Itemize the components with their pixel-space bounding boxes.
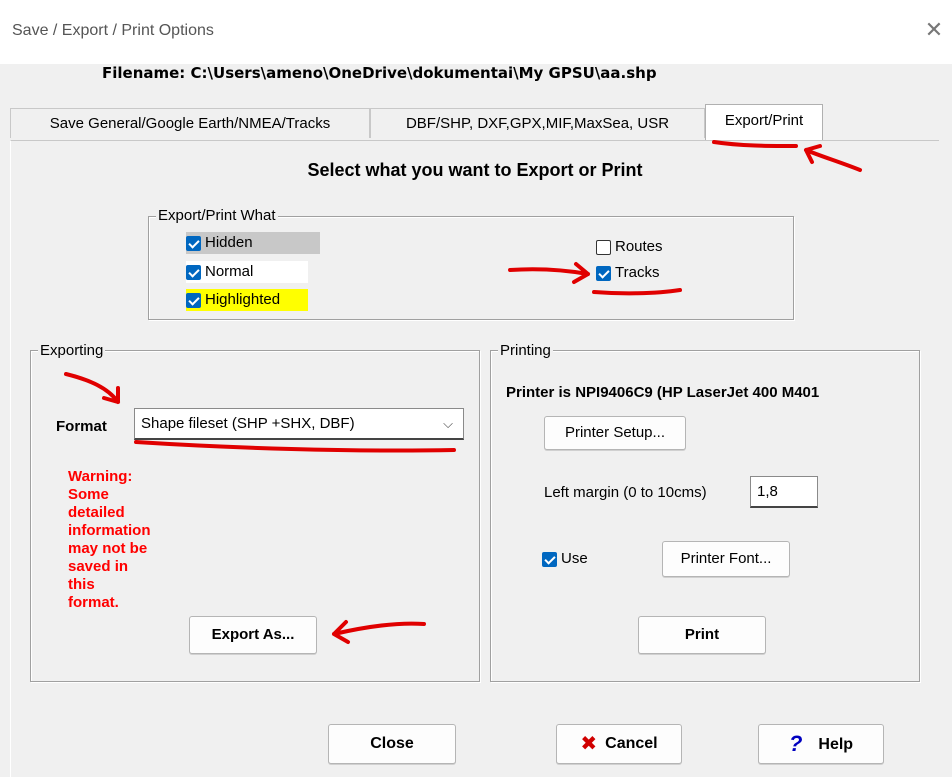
checkbox-use-label: Use [561,550,588,568]
filename-label: Filename: C:\Users\ameno\OneDrive\dokume… [102,64,657,82]
warning-line: saved in [68,558,129,575]
window-title: Save / Export / Print Options [12,22,214,39]
check-icon [186,235,201,251]
checkbox-hidden-label: Hidden [205,234,253,252]
exporting-legend: Exporting [38,342,106,359]
left-margin-label: Left margin (0 to 10cms) [544,484,707,501]
check-icon [186,292,201,308]
cancel-button[interactable]: ✖ Cancel [556,724,682,764]
x-cancel-icon: ✖ [580,733,598,755]
warning-line: may not be [68,540,148,557]
checkbox-tracks-label: Tracks [615,264,660,282]
close-icon[interactable]: ✕ [922,18,946,42]
cancel-button-label: Cancel [605,735,658,752]
chevron-down-icon: ⌵ [443,416,453,431]
format-label: Format [56,418,107,435]
check-icon [542,551,557,567]
warning-text: Warning: Some detailed information may n… [68,468,151,612]
tab-dbf-shp[interactable]: DBF/SHP, DXF,GPX,MIF,MaxSea, USR [370,108,705,138]
format-select-value: Shape fileset (SHP +SHX, DBF) [141,415,355,432]
question-mark-icon: ? [788,731,803,756]
checkbox-highlighted-label: Highlighted [205,291,281,309]
warning-line: information [68,522,151,539]
checkbox-highlighted[interactable]: Highlighted [186,289,308,311]
checkbox-empty-icon [596,239,611,255]
checkbox-tracks[interactable]: Tracks [596,262,659,284]
printer-name-label: Printer is NPI9406C9 (HP LaserJet 400 M4… [506,384,820,401]
help-button[interactable]: ? Help [758,724,884,764]
checkbox-use[interactable]: Use [542,548,588,570]
tab-export-print[interactable]: Export/Print [705,104,823,140]
printing-legend: Printing [498,342,553,359]
warning-line: detailed [68,504,125,521]
warning-line: this [68,576,95,593]
help-button-label: Help [818,736,854,753]
checkbox-hidden[interactable]: Hidden [186,232,320,254]
warning-line: Warning: [68,468,133,485]
page-heading: Select what you want to Export or Print [307,160,643,180]
printer-setup-button[interactable]: Printer Setup... [544,416,686,450]
check-icon [596,265,611,281]
warning-line: format. [68,594,119,611]
warning-line: Some [68,486,109,503]
print-button[interactable]: Print [638,616,766,654]
left-margin-input[interactable]: 1,8 [750,476,818,508]
export-what-legend: Export/Print What [156,207,278,224]
tab-save-general[interactable]: Save General/Google Earth/NMEA/Tracks [10,108,370,138]
close-button[interactable]: Close [328,724,456,764]
checkbox-routes[interactable]: Routes [596,236,663,258]
export-as-button[interactable]: Export As... [189,616,317,654]
check-icon [186,264,201,280]
checkbox-routes-label: Routes [615,238,663,256]
checkbox-normal-label: Normal [205,263,254,281]
printer-font-button[interactable]: Printer Font... [662,541,790,577]
checkbox-normal[interactable]: Normal [186,261,308,283]
format-select[interactable]: Shape fileset (SHP +SHX, DBF) ⌵ [134,408,464,440]
